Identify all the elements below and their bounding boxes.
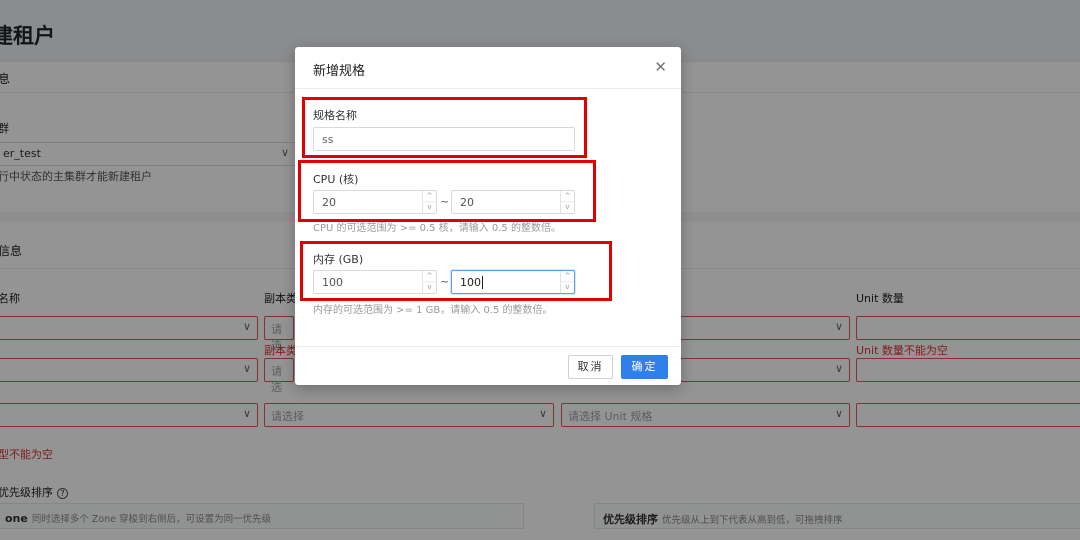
cancel-button[interactable]: 取消 [568,355,613,379]
highlight-frame-spec-name [302,97,587,158]
modal-header: 新增规格 ✕ [295,47,681,89]
modal-footer-divider [295,346,681,347]
highlight-frame-cpu [298,160,596,222]
modal-title: 新增规格 [313,64,366,79]
ok-button[interactable]: 确定 [621,355,668,379]
close-icon[interactable]: ✕ [654,58,667,76]
highlight-frame-memory [300,241,612,301]
mem-hint: 内存的可选范围为 >= 1 GB，请输入 0.5 的整数倍。 [313,305,553,316]
add-spec-modal: 新增规格 ✕ 规格名称 ss CPU (核) 20 ^ v ~ 20 ^ v C… [295,47,681,385]
